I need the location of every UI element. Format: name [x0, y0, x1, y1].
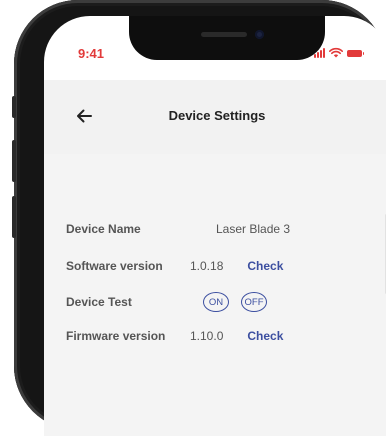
firmware-check-link[interactable]: Check — [247, 329, 283, 343]
mute-switch — [12, 96, 16, 118]
status-time: 9:41 — [78, 46, 105, 61]
device-name-value: Laser Blade 3 — [216, 222, 291, 236]
device-test-row: Device Test ON OFF — [66, 290, 279, 314]
phone-screen: 9:41 Device Settings Device Name Laser B… — [44, 16, 386, 436]
software-version-row: Software version 1.0.18 Check — [66, 256, 283, 276]
software-check-link[interactable]: Check — [247, 259, 283, 273]
settings-content: Device Name Laser Blade 3 Software versi… — [44, 154, 386, 436]
device-test-on-button[interactable]: ON — [203, 292, 229, 312]
device-name-row: Device Name Laser Blade 3 — [66, 219, 290, 239]
status-icons — [314, 47, 364, 58]
firmware-version-label: Firmware version — [66, 329, 166, 343]
device-test-off-button[interactable]: OFF — [241, 292, 267, 312]
notch — [129, 16, 325, 60]
front-camera — [255, 30, 264, 39]
volume-down-button — [12, 196, 16, 238]
signal-icon — [314, 48, 325, 58]
device-name-label: Device Name — [66, 222, 141, 236]
volume-up-button — [12, 140, 16, 182]
software-version-label: Software version — [66, 259, 163, 273]
device-test-label: Device Test — [66, 295, 132, 309]
firmware-version-value: 1.10.0 — [190, 329, 224, 343]
page-title: Device Settings — [168, 108, 266, 123]
speaker-grille — [201, 32, 247, 37]
phone-frame: 9:41 Device Settings Device Name Laser B… — [12, 0, 386, 436]
app-header: Device Settings — [44, 80, 386, 154]
firmware-version-row: Firmware version 1.10.0 Check — [66, 326, 283, 346]
software-version-value: 1.0.18 — [190, 259, 224, 273]
battery-icon — [347, 50, 364, 57]
wifi-icon — [329, 47, 343, 58]
